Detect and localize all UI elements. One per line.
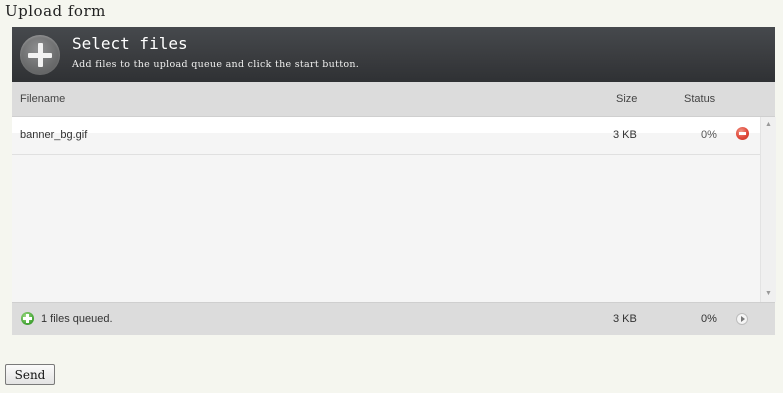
file-list: banner_bg.gif 3 KB 0% ▲ ▼	[12, 117, 776, 302]
file-size: 3 KB	[613, 129, 637, 141]
total-percent: 0%	[701, 313, 717, 325]
plus-circle-icon[interactable]	[20, 35, 60, 75]
page-title: Upload form	[5, 2, 106, 20]
scroll-up-icon[interactable]: ▲	[761, 119, 776, 131]
file-status: 0%	[701, 129, 717, 141]
select-files-header[interactable]: Select files Add files to the upload que…	[12, 27, 775, 82]
select-files-title[interactable]: Select files	[72, 34, 188, 53]
remove-icon[interactable]	[736, 127, 749, 140]
upload-footer: 1 files queued. 3 KB 0%	[12, 302, 775, 335]
row-highlight	[12, 117, 760, 133]
file-list-header: Filename Size Status	[12, 82, 775, 117]
file-row: banner_bg.gif 3 KB 0%	[12, 117, 760, 155]
file-list-scrollbar[interactable]: ▲ ▼	[760, 117, 776, 302]
select-files-subtitle: Add files to the upload queue and click …	[72, 59, 360, 70]
scroll-down-icon[interactable]: ▼	[761, 288, 776, 300]
upload-widget: Select files Add files to the upload que…	[12, 27, 776, 335]
add-icon[interactable]	[21, 312, 34, 325]
filename-column-header: Filename	[20, 93, 66, 105]
file-name: banner_bg.gif	[20, 129, 88, 141]
send-button[interactable]: Send	[5, 364, 55, 385]
total-size: 3 KB	[613, 313, 637, 325]
status-column-header: Status	[684, 93, 716, 105]
files-queued-count: 1 files queued.	[41, 313, 113, 325]
play-icon[interactable]	[736, 313, 748, 325]
size-column-header: Size	[616, 93, 638, 105]
